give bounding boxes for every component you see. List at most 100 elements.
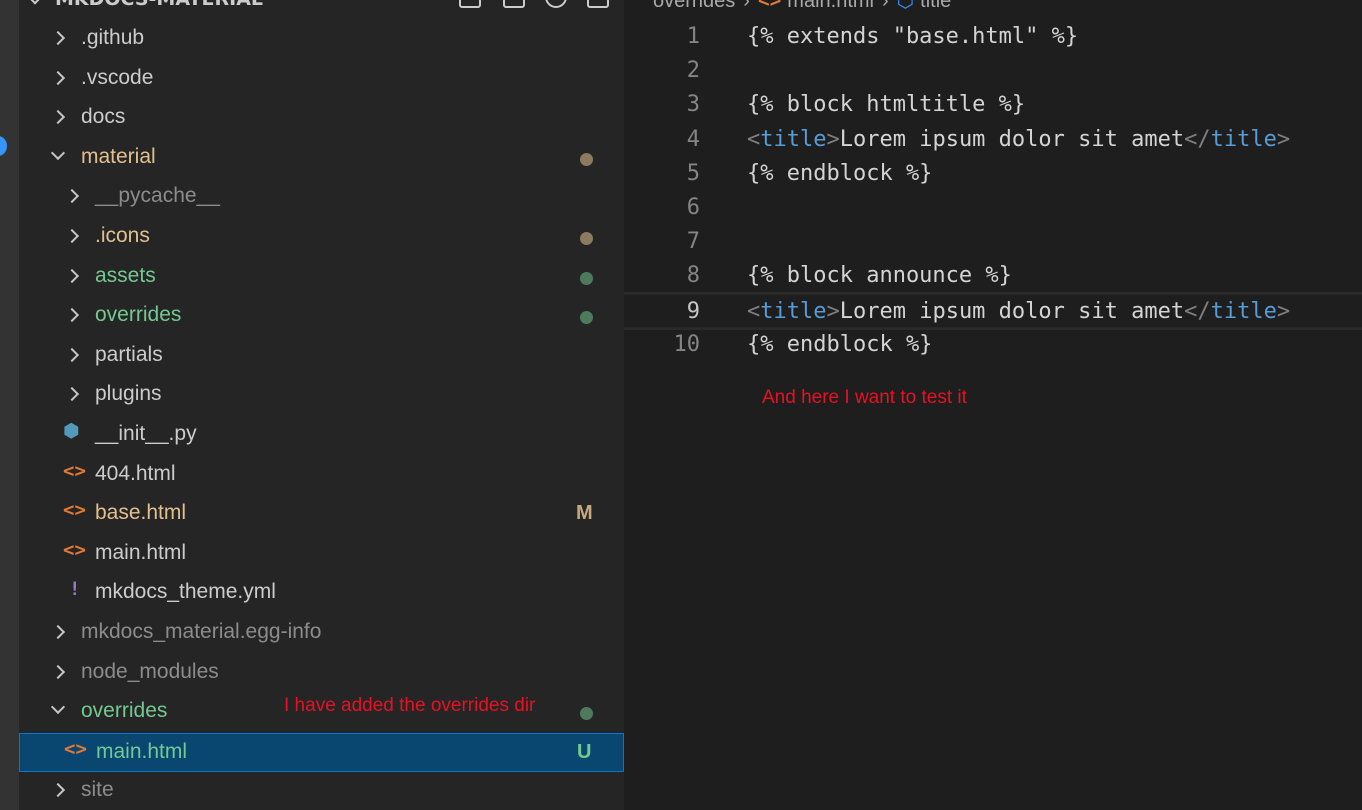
tree-folder[interactable]: node_modules bbox=[19, 654, 624, 693]
tree-folder[interactable]: .github bbox=[19, 20, 624, 59]
code-line[interactable]: 1 {% extends "base.html" %} bbox=[624, 20, 1362, 54]
chevron-right-icon[interactable] bbox=[64, 387, 80, 402]
html-icon: <> bbox=[64, 737, 87, 760]
line-number: 7 bbox=[686, 229, 700, 255]
breadcrumb-folder[interactable]: overrides bbox=[653, 0, 735, 12]
html-icon: <> bbox=[63, 459, 86, 482]
tree-item-label: partials bbox=[95, 342, 163, 366]
tree-item-label: assets bbox=[95, 263, 156, 287]
git-status-dot-icon bbox=[580, 232, 593, 245]
tree-item-label: __init__.py bbox=[95, 422, 197, 445]
tree-folder[interactable]: plugins bbox=[19, 376, 624, 415]
chevron-down-icon[interactable] bbox=[26, 0, 44, 5]
chevron-right-icon[interactable] bbox=[64, 308, 80, 323]
tree-item-label: node_modules bbox=[81, 659, 219, 683]
explorer-panel: MKDOCS-MATERIAL .github .vscode docs materi… bbox=[19, 0, 624, 810]
code-line[interactable]: 6 bbox=[624, 191, 1362, 225]
tree-item-label: main.html bbox=[96, 739, 188, 763]
git-status-dot-icon bbox=[580, 707, 593, 721]
code-line[interactable]: 9 <title>Lorem ipsum dolor sit amet</titl… bbox=[624, 291, 1362, 330]
text-token: Lorem ipsum dolor sit amet bbox=[839, 126, 1185, 152]
code-line[interactable]: 2 bbox=[624, 54, 1362, 88]
git-status-dot-icon bbox=[580, 311, 593, 325]
chevron-down-icon[interactable] bbox=[50, 700, 66, 715]
line-number: 9 bbox=[686, 298, 700, 324]
code-line[interactable]: 5 {% endblock %} bbox=[624, 157, 1362, 191]
chevron-right-icon[interactable] bbox=[64, 189, 80, 204]
breadcrumb-file[interactable]: main.html bbox=[787, 0, 874, 12]
tree-folder[interactable]: __pycache__ bbox=[19, 178, 624, 217]
tree-folder[interactable]: assets bbox=[19, 258, 624, 297]
explorer-header: MKDOCS-MATERIAL bbox=[19, 0, 624, 12]
code-editor[interactable]: overrides › <> main.html › ⬡ title 1 {% extends… bbox=[624, 0, 1362, 810]
code-line[interactable]: 3 {% block htmltitle %} bbox=[624, 88, 1362, 122]
tree-file[interactable]: ⬢ __init__.py bbox=[19, 416, 624, 455]
text-token: {% extends "base.html" %} bbox=[747, 24, 1079, 49]
text-token: {% endblock %} bbox=[747, 160, 933, 186]
text-token: Lorem ipsum dolor sit amet bbox=[839, 298, 1185, 324]
code-line[interactable]: 8 {% block announce %} bbox=[624, 259, 1362, 293]
activity-bar bbox=[0, 0, 19, 810]
chevron-right-icon[interactable] bbox=[50, 664, 66, 679]
code-text: <title>Lorem ipsum dolor sit amet</title… bbox=[747, 123, 1290, 157]
line-number: 3 bbox=[686, 92, 700, 118]
tree-file[interactable]: ! mkdocs_theme.yml bbox=[19, 574, 624, 613]
line-number: 5 bbox=[686, 160, 700, 186]
tree-file[interactable]: <> base.html M bbox=[19, 495, 624, 534]
chevron-right-icon: › bbox=[743, 0, 750, 12]
chevron-right-icon[interactable] bbox=[50, 624, 66, 640]
chevron-right-icon[interactable] bbox=[64, 268, 80, 283]
tag-bracket-token: > bbox=[1276, 298, 1291, 324]
new-file-icon[interactable] bbox=[459, 0, 481, 8]
tag-bracket-token: < bbox=[747, 298, 761, 324]
tree-file[interactable]: <> main.html bbox=[19, 535, 624, 574]
tree-item-label: base.html bbox=[95, 501, 187, 525]
breadcrumb-symbol[interactable]: title bbox=[920, 0, 951, 12]
collapse-all-icon[interactable] bbox=[587, 0, 609, 8]
tree-item-label: .vscode bbox=[81, 65, 154, 89]
tree-folder[interactable]: mkdocs_material.egg-info bbox=[19, 614, 624, 653]
code-line[interactable]: 10 {% endblock %} bbox=[624, 328, 1362, 362]
chevron-right-icon[interactable] bbox=[50, 70, 66, 85]
annotation-text: And here I want to test it bbox=[762, 387, 967, 408]
tag-name-token: title bbox=[1210, 126, 1277, 152]
chevron-down-icon[interactable] bbox=[50, 145, 66, 160]
annotation-text: I have added the overrides dir bbox=[284, 695, 536, 716]
code-text: <title>Lorem ipsum dolor sit amet</title… bbox=[747, 295, 1290, 329]
tree-folder[interactable]: overrides bbox=[19, 297, 624, 336]
tag-bracket-token: </ bbox=[1184, 298, 1211, 324]
tree-folder[interactable]: .vscode bbox=[19, 60, 624, 99]
chevron-right-icon[interactable] bbox=[50, 783, 66, 798]
code-line[interactable]: 7 bbox=[624, 225, 1362, 259]
tree-item-label: main.html bbox=[95, 540, 187, 564]
new-folder-icon[interactable] bbox=[503, 0, 525, 8]
tree-folder[interactable]: site bbox=[19, 772, 624, 810]
html-icon: <> bbox=[63, 538, 86, 561]
tag-bracket-token: < bbox=[747, 126, 761, 152]
chevron-right-icon[interactable] bbox=[50, 110, 66, 125]
git-status-badge: U bbox=[577, 740, 592, 763]
chevron-right-icon[interactable] bbox=[50, 30, 66, 46]
tag-name-token: title bbox=[760, 126, 827, 152]
refresh-icon[interactable] bbox=[545, 0, 567, 8]
chevron-right-icon[interactable] bbox=[64, 347, 80, 362]
tree-file[interactable]: <> 404.html bbox=[19, 456, 624, 495]
chevron-right-icon[interactable] bbox=[64, 228, 80, 244]
breadcrumb: overrides › <> main.html › ⬡ title bbox=[653, 0, 951, 13]
git-status-badge: M bbox=[576, 502, 593, 525]
line-number: 2 bbox=[686, 58, 700, 84]
tree-file[interactable]: <> main.html U bbox=[19, 732, 624, 772]
code-line[interactable]: 4 <title>Lorem ipsum dolor sit amet</titl… bbox=[624, 123, 1362, 157]
tree-folder[interactable]: material bbox=[19, 139, 624, 178]
tag-name-token: title bbox=[1210, 298, 1277, 324]
tree-item-label: site bbox=[81, 778, 114, 802]
yaml-icon: ! bbox=[69, 578, 81, 601]
line-number: 8 bbox=[686, 263, 700, 289]
explorer-title: MKDOCS-MATERIAL bbox=[55, 0, 263, 10]
activity-badge-icon[interactable] bbox=[0, 136, 7, 156]
tree-folder[interactable]: .icons bbox=[19, 218, 624, 257]
tree-folder[interactable]: partials bbox=[19, 337, 624, 376]
tree-folder[interactable]: docs bbox=[19, 99, 624, 138]
line-number: 6 bbox=[686, 195, 700, 220]
tree-item-label: .icons bbox=[95, 224, 150, 247]
